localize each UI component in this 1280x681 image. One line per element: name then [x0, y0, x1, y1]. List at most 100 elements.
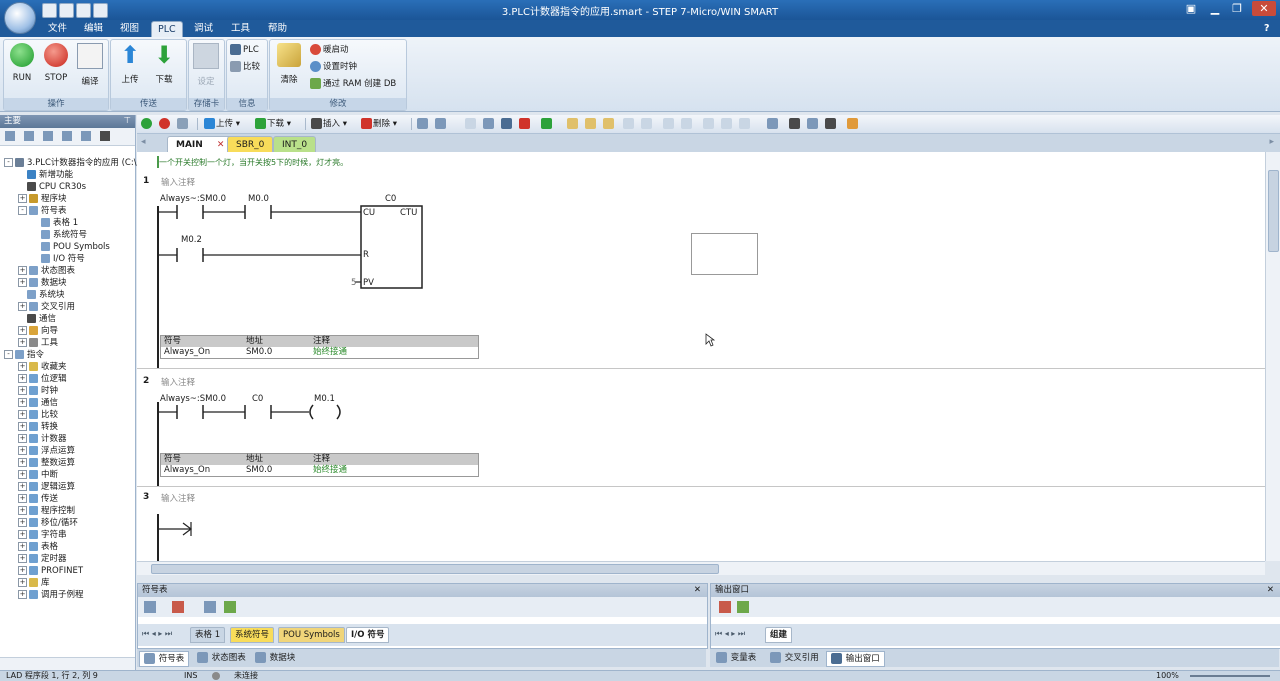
toolbar-tool-icon[interactable]: [541, 118, 552, 129]
tree-item[interactable]: + 整数运算: [18, 457, 75, 469]
toolbar-tool-icon[interactable]: [417, 118, 428, 129]
print-icon[interactable]: [93, 3, 108, 18]
tree-tool-icon[interactable]: [24, 131, 34, 141]
toolbar-tool-icon[interactable]: [435, 118, 446, 129]
tab-scroll-right-icon[interactable]: ▸: [1269, 137, 1274, 147]
help-icon[interactable]: ?: [1258, 21, 1276, 37]
tree-item[interactable]: + PROFINET: [18, 565, 83, 577]
expand-icon[interactable]: +: [18, 194, 27, 203]
download-button[interactable]: ⬇ 下载: [148, 43, 180, 85]
tree-item[interactable]: - 符号表: [18, 205, 67, 217]
bottom-tab-cross-reference[interactable]: 交叉引用: [766, 651, 823, 665]
expand-icon[interactable]: +: [18, 482, 27, 491]
sheet-tab-table1[interactable]: 表格 1: [190, 627, 226, 643]
toolbar-tool-icon[interactable]: [767, 118, 778, 129]
toolbar-tool-icon[interactable]: [567, 118, 578, 129]
expand-icon[interactable]: +: [18, 362, 27, 371]
toolbar-upload-button[interactable]: 上传 ▾: [204, 117, 240, 131]
expand-icon[interactable]: +: [18, 434, 27, 443]
menu-tab-help[interactable]: 帮助: [262, 21, 293, 37]
toolbar-tool-icon[interactable]: [739, 118, 750, 129]
tree-item[interactable]: + 表格: [18, 541, 58, 553]
tab-sbr0[interactable]: SBR_0: [227, 136, 274, 153]
expand-icon[interactable]: +: [18, 506, 27, 515]
toolbar-tool-icon[interactable]: [623, 118, 634, 129]
tree-item[interactable]: + 转换: [18, 421, 58, 433]
tree-item[interactable]: + 调用子例程: [18, 589, 84, 601]
expand-icon[interactable]: +: [18, 458, 27, 467]
toolbar-insert-button[interactable]: 插入 ▾: [311, 117, 347, 131]
ram-db-button[interactable]: 通过 RAM 创建 DB: [310, 77, 396, 91]
delete-symbol-icon[interactable]: [172, 601, 184, 613]
ladder-editor[interactable]: 一个开关控制一个灯，当开关按5下的时候，灯才亮。 1 输入注释 Always~:…: [137, 152, 1265, 561]
add-symbol-icon[interactable]: [144, 601, 156, 613]
tree-item[interactable]: + 中断: [18, 469, 58, 481]
symbol-tool-icon[interactable]: [224, 601, 236, 613]
run-button[interactable]: RUN: [6, 43, 38, 83]
clear-output-icon[interactable]: [719, 601, 731, 613]
menu-tab-edit[interactable]: 编辑: [78, 21, 109, 37]
collapse-icon[interactable]: -: [4, 350, 13, 359]
sheet-tab-system-symbols[interactable]: 系统符号: [230, 627, 275, 643]
toolbar-download-button[interactable]: 下载 ▾: [255, 117, 291, 131]
expand-icon[interactable]: +: [18, 518, 27, 527]
compile-small-icon[interactable]: [177, 117, 189, 131]
toolbar-tool-icon[interactable]: [663, 118, 674, 129]
warm-start-button[interactable]: 暖启动: [310, 43, 349, 57]
tree-item[interactable]: + 定时器: [18, 553, 67, 565]
bottom-tab-variable-table[interactable]: 变量表: [712, 651, 760, 665]
toolbar-tool-icon[interactable]: [603, 118, 614, 129]
toolbar-tool-icon[interactable]: [681, 118, 692, 129]
sheet-nav-icon[interactable]: ⏮ ◂ ▸ ⏭: [142, 629, 172, 639]
expand-icon[interactable]: +: [18, 566, 27, 575]
expand-icon[interactable]: +: [18, 374, 27, 383]
toolbar-tool-icon[interactable]: [641, 118, 652, 129]
expand-icon[interactable]: +: [18, 386, 27, 395]
expand-icon[interactable]: +: [18, 398, 27, 407]
toolbar-tool-icon[interactable]: [703, 118, 714, 129]
new-icon[interactable]: [42, 3, 57, 18]
sheet-tab-io-symbols[interactable]: I/O 符号: [346, 627, 390, 643]
expand-icon[interactable]: +: [18, 470, 27, 479]
pv-value[interactable]: 5: [351, 278, 356, 288]
run-small-icon[interactable]: [141, 117, 153, 131]
expand-icon[interactable]: +: [18, 266, 27, 275]
expand-icon[interactable]: +: [18, 542, 27, 551]
toolbar-tool-icon[interactable]: [807, 118, 818, 129]
tree-tool-icon[interactable]: [62, 131, 72, 141]
stop-small-icon[interactable]: [159, 117, 171, 131]
tree-item[interactable]: + 比较: [18, 409, 58, 421]
output-tool-icon[interactable]: [737, 601, 749, 613]
toolbar-delete-button[interactable]: 删除 ▾: [361, 117, 397, 131]
tree-item[interactable]: 通信: [18, 313, 56, 325]
stop-button[interactable]: STOP: [40, 43, 72, 83]
tree-item[interactable]: + 程序块: [18, 193, 67, 205]
scroll-thumb[interactable]: [151, 564, 719, 574]
expand-icon[interactable]: +: [18, 554, 27, 563]
menu-tab-plc[interactable]: PLC: [151, 21, 183, 38]
expand-icon[interactable]: +: [18, 590, 27, 599]
menu-tab-file[interactable]: 文件: [42, 21, 73, 37]
toolbar-tool-icon[interactable]: [825, 118, 836, 129]
tree-item[interactable]: I/O 符号: [32, 253, 85, 265]
tree-tool-icon[interactable]: [100, 131, 110, 141]
expand-icon[interactable]: +: [18, 278, 27, 287]
zoom-slider[interactable]: [1190, 675, 1270, 677]
tab-close-icon[interactable]: ✕: [217, 140, 225, 150]
network-2[interactable]: 2 输入注释 Always~:SM0.0 C0 M0.1 符号 地址 注释 Al…: [137, 372, 1265, 487]
tree-item[interactable]: + 通信: [18, 397, 58, 409]
tree-tool-icon[interactable]: [5, 131, 15, 141]
tree-item[interactable]: + 计数器: [18, 433, 67, 445]
expand-icon[interactable]: +: [18, 446, 27, 455]
panel-close-icon[interactable]: ✕: [694, 584, 701, 597]
tree-tool-icon[interactable]: [81, 131, 91, 141]
tree-item[interactable]: - 指令: [4, 349, 44, 361]
tree-item[interactable]: + 状态图表: [18, 265, 75, 277]
sheet-nav-icon[interactable]: ⏮ ◂ ▸ ⏭: [715, 629, 745, 639]
toolbar-tool-icon[interactable]: [519, 118, 530, 129]
expand-icon[interactable]: +: [18, 422, 27, 431]
toolbar-tool-icon[interactable]: [789, 118, 800, 129]
close-icon[interactable]: ✕: [1252, 1, 1276, 16]
toolbar-tool-icon[interactable]: [465, 118, 476, 129]
tree-item[interactable]: + 时钟: [18, 385, 58, 397]
